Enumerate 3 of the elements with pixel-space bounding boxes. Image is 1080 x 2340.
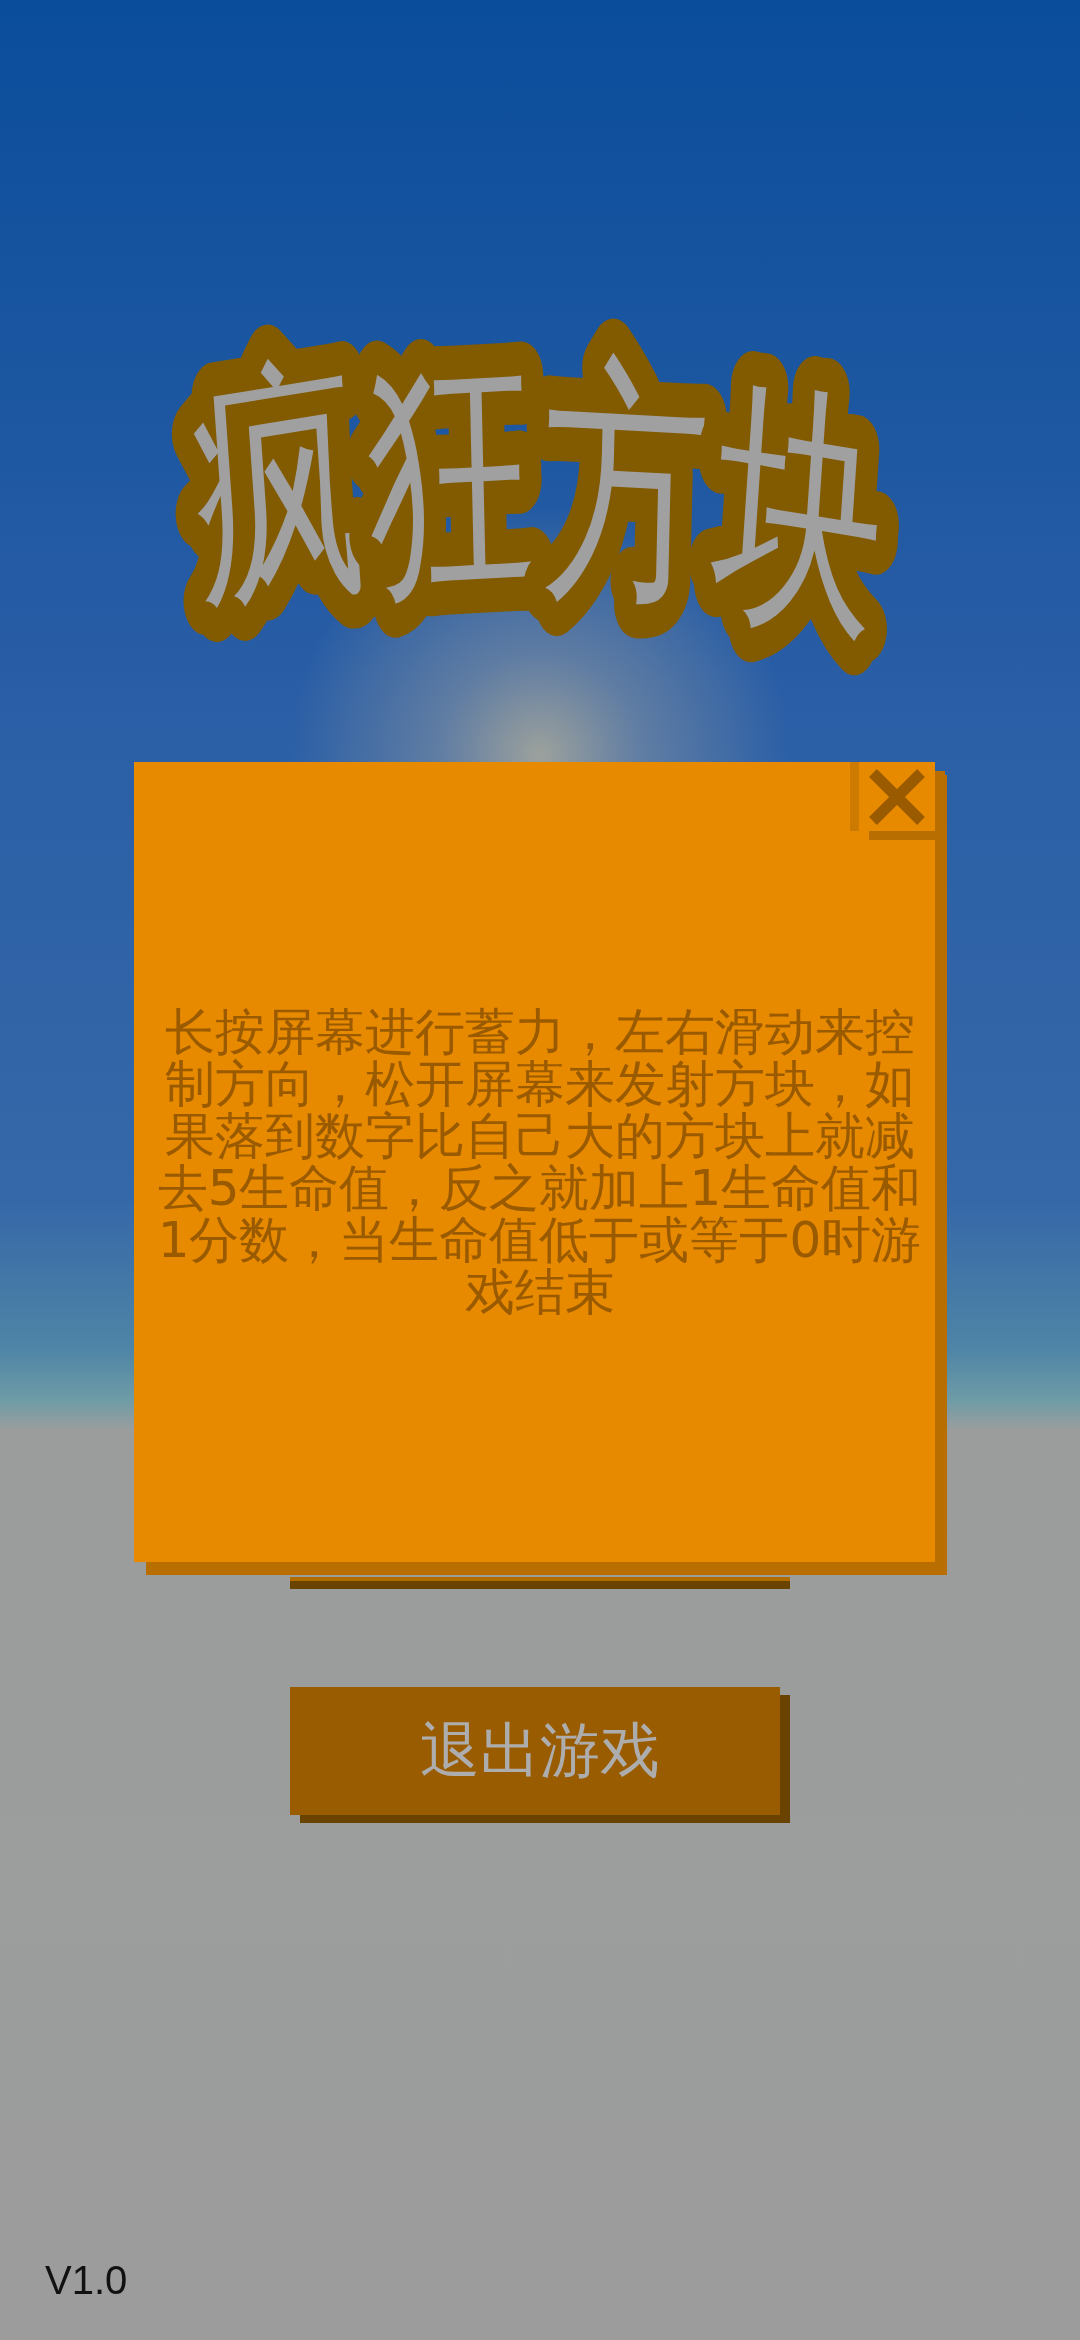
close-icon: [869, 768, 925, 825]
instructions-text: 长按屏幕进行蓄力，左右滑动来控制方向，松开屏幕来发射方块，如果落到数字比自己大的方块上就减去5生命值，反之就加上1生命值和1分数，当生命值低于或等于0时游戏结束: [157, 1006, 922, 1318]
version-label: V1.0: [45, 2260, 128, 2300]
